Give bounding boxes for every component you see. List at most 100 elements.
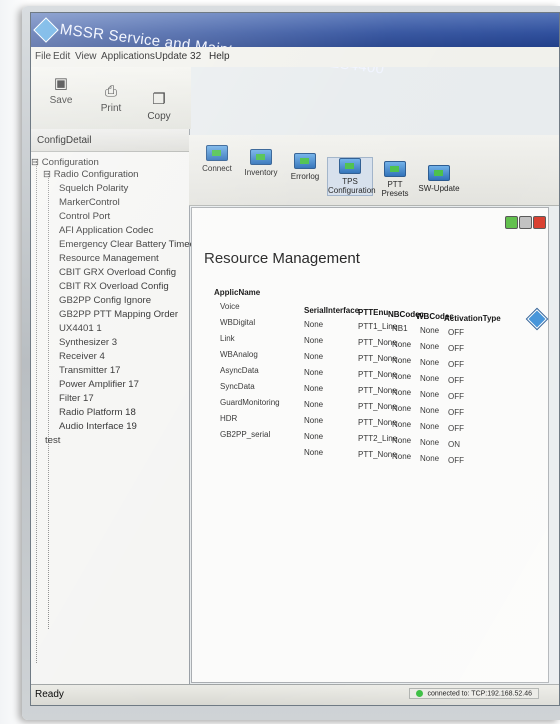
nb-codec-cell: NB1 bbox=[392, 324, 408, 333]
activation-type-cell: ON bbox=[448, 440, 460, 449]
config-tree-pane: ConfigDetail ⊟ Configuration ⊟ Radio Con… bbox=[31, 129, 203, 685]
tree-item[interactable]: Receiver 4 bbox=[59, 351, 105, 362]
ptt-presets-label: PTT Presets bbox=[381, 180, 409, 198]
serial-interface-cell: None bbox=[304, 400, 324, 409]
tree-item-test[interactable]: test bbox=[45, 435, 60, 446]
tree-guide-line bbox=[36, 161, 37, 663]
connect-label: Connect bbox=[202, 164, 232, 173]
maximize-button[interactable] bbox=[505, 216, 518, 229]
photo-background: MSSR Service and Maintenance Tool - ZS44… bbox=[0, 0, 560, 724]
tree-guide-line-nested bbox=[48, 173, 49, 629]
copy-label: Copy bbox=[147, 111, 171, 122]
wb-codec-cell: None bbox=[420, 454, 440, 463]
nb-codec-cell: None bbox=[392, 452, 412, 461]
row-name: Link bbox=[220, 334, 235, 343]
page-title: Resource Management bbox=[204, 250, 360, 267]
errorlog-label: Errorlog bbox=[290, 172, 320, 181]
menu-applications[interactable]: Applications bbox=[101, 51, 155, 62]
config-tree: ⊟ Configuration ⊟ Radio Configuration Sq… bbox=[31, 153, 203, 685]
print-button[interactable]: ⎙ Print bbox=[91, 83, 131, 114]
title-bar[interactable]: MSSR Service and Maintenance Tool - ZS44… bbox=[31, 13, 559, 78]
tree-item[interactable]: Control Port bbox=[59, 211, 110, 222]
tps-configuration-button[interactable]: TPS Configuration bbox=[327, 157, 376, 196]
nb-codec-cell: None bbox=[392, 372, 412, 381]
activation-type-cell: OFF bbox=[448, 344, 464, 353]
ptt-presets-icon bbox=[384, 161, 406, 177]
minimize-button[interactable] bbox=[519, 216, 532, 229]
config-detail-header: ConfigDetail bbox=[31, 129, 189, 152]
tree-item[interactable]: UX4401 1 bbox=[59, 323, 102, 334]
activation-type-cell: OFF bbox=[448, 376, 464, 385]
content-panel: Resource Management ApplicName SerialInt… bbox=[191, 207, 549, 683]
close-button[interactable] bbox=[533, 216, 546, 229]
connect-icon bbox=[206, 145, 228, 161]
nb-codec-cell: None bbox=[392, 420, 412, 429]
app-diamond-icon bbox=[33, 17, 59, 43]
wb-codec-cell: None bbox=[420, 374, 440, 383]
tree-item[interactable]: CBIT RX Overload Config bbox=[59, 281, 169, 292]
activation-type-cell: OFF bbox=[448, 456, 464, 465]
copy-button[interactable]: ❐ Copy bbox=[139, 91, 179, 122]
tps-configuration-label: TPS Configuration bbox=[328, 177, 376, 195]
ptt-presets-button[interactable]: PTT Presets bbox=[373, 161, 417, 198]
menu-help[interactable]: Help bbox=[209, 51, 230, 62]
nb-codec-cell: None bbox=[392, 356, 412, 365]
ptt-enum-cell: PTT_None bbox=[358, 450, 397, 459]
nav-toolbar: Connect Inventory Errorlog TPS Configura… bbox=[189, 135, 559, 206]
inventory-label: Inventory bbox=[244, 168, 278, 177]
row-name: Voice bbox=[220, 302, 240, 311]
application-window: MSSR Service and Maintenance Tool - ZS44… bbox=[30, 12, 560, 706]
config-detail-label: ConfigDetail bbox=[37, 135, 92, 146]
nb-codec-cell: None bbox=[392, 404, 412, 413]
monitor-frame: MSSR Service and Maintenance Tool - ZS44… bbox=[22, 6, 560, 720]
brand-diamond-icon bbox=[527, 309, 547, 329]
tree-item[interactable]: Power Amplifier 17 bbox=[59, 379, 139, 390]
wb-codec-cell: None bbox=[420, 438, 440, 447]
wb-codec-cell: None bbox=[420, 422, 440, 431]
ptt-enum-cell: PTT_None bbox=[358, 370, 397, 379]
serial-interface-cell: None bbox=[304, 352, 324, 361]
serial-interface-cell: None bbox=[304, 368, 324, 377]
tree-item[interactable]: Transmitter 17 bbox=[59, 365, 121, 376]
menu-update[interactable]: Update 32 bbox=[155, 51, 201, 62]
row-name: WBAnalog bbox=[220, 350, 258, 359]
ptt-enum-cell: PTT_None bbox=[358, 386, 397, 395]
column-header: SerialInterface bbox=[304, 306, 360, 315]
tree-item[interactable]: Squelch Polarity bbox=[59, 183, 128, 194]
serial-interface-cell: None bbox=[304, 336, 324, 345]
column-header: PTTEnu bbox=[358, 308, 389, 317]
tree-item[interactable]: CBIT GRX Overload Config bbox=[59, 267, 176, 278]
inventory-button[interactable]: Inventory bbox=[239, 149, 283, 177]
activation-type-cell: OFF bbox=[448, 360, 464, 369]
tree-item[interactable]: GB2PP PTT Mapping Order bbox=[59, 309, 178, 320]
tree-item[interactable]: AFI Application Codec bbox=[59, 225, 153, 236]
tree-item[interactable]: Audio Interface 19 bbox=[59, 421, 137, 432]
row-name: AsyncData bbox=[220, 366, 259, 375]
tree-item-selected[interactable]: Resource Management bbox=[59, 253, 159, 264]
connect-button[interactable]: Connect bbox=[195, 145, 239, 173]
tree-item[interactable]: Synthesizer 3 bbox=[59, 337, 117, 348]
tree-item-configuration[interactable]: ⊟ Configuration bbox=[31, 157, 99, 168]
serial-interface-cell: None bbox=[304, 320, 324, 329]
tree-item[interactable]: Emergency Clear Battery Timeout bbox=[59, 239, 203, 250]
sw-update-button[interactable]: SW-Update bbox=[417, 165, 461, 193]
connection-ok-icon bbox=[416, 690, 424, 697]
menu-view[interactable]: View bbox=[75, 51, 97, 62]
save-button[interactable]: ▣ Save bbox=[41, 75, 81, 106]
tree-item[interactable]: GB2PP Config Ignore bbox=[59, 295, 151, 306]
print-label: Print bbox=[100, 103, 122, 114]
ptt-enum-cell: PTT_None bbox=[358, 402, 397, 411]
menu-file[interactable]: File bbox=[35, 51, 51, 62]
serial-interface-cell: None bbox=[304, 432, 324, 441]
sw-update-icon bbox=[428, 165, 450, 181]
status-bar: Ready connected to: TCP:192.168.52.46 bbox=[31, 684, 559, 705]
menu-edit[interactable]: Edit bbox=[53, 51, 70, 62]
column-header: ApplicName bbox=[214, 288, 261, 297]
wb-codec-cell: None bbox=[420, 342, 440, 351]
tree-item[interactable]: Radio Platform 18 bbox=[59, 407, 136, 418]
tree-item-radio-configuration[interactable]: ⊟ Radio Configuration bbox=[43, 169, 139, 180]
serial-interface-cell: None bbox=[304, 416, 324, 425]
tree-item[interactable]: Filter 17 bbox=[59, 393, 94, 404]
tree-item[interactable]: MarkerControl bbox=[59, 197, 120, 208]
errorlog-button[interactable]: Errorlog bbox=[283, 153, 327, 181]
